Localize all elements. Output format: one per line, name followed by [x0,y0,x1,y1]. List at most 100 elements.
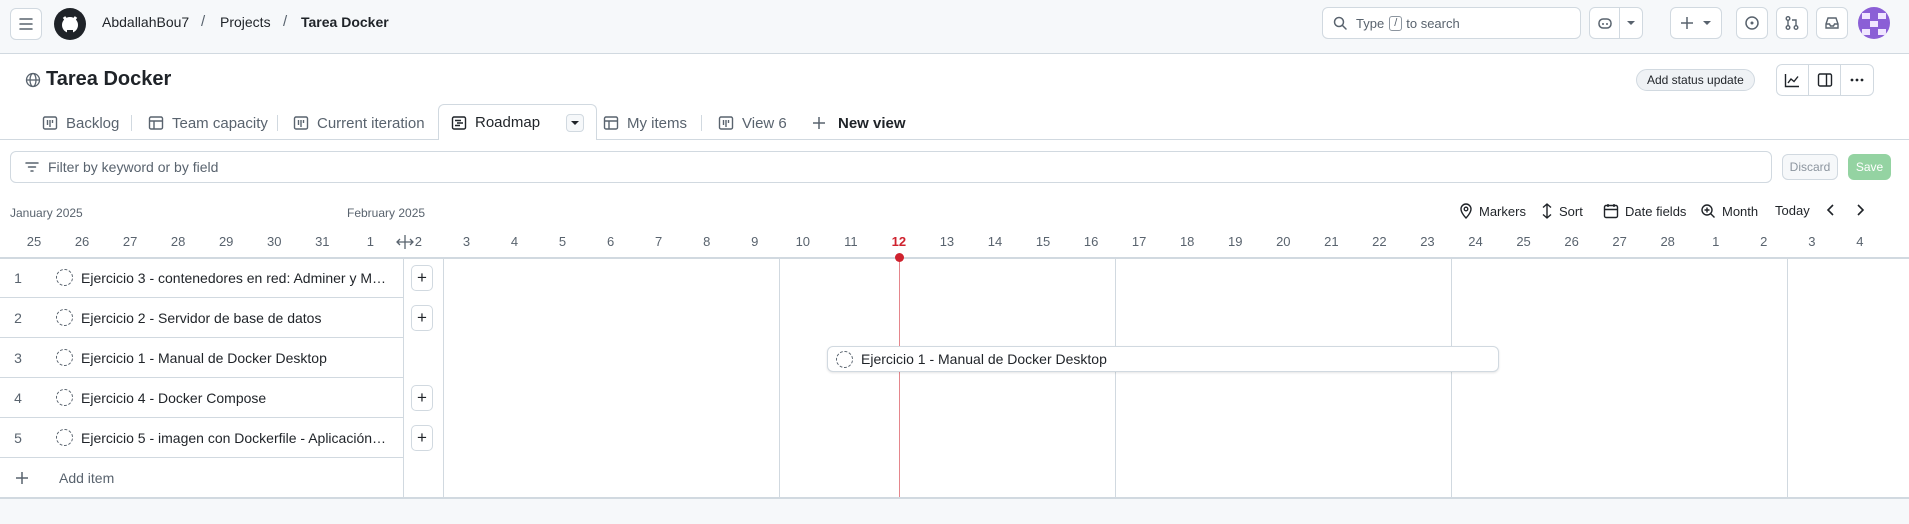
insights-button[interactable] [1777,65,1809,95]
day-label: 23 [1420,234,1435,249]
filter-icon [25,162,39,172]
tab-label: Roadmap [475,114,541,131]
tab-team-capacity[interactable]: Team capacity [148,106,268,140]
item-title[interactable]: Ejercicio 2 - Servidor de base de datos [81,310,391,326]
date-fields-button[interactable]: Date fields [1603,203,1686,219]
add-date-button[interactable]: + [411,265,433,291]
day-label: 1 [1712,234,1720,249]
list-item[interactable]: 1 Ejercicio 3 - contenedores en red: Adm… [0,258,404,298]
day-label: 22 [1372,234,1387,249]
add-date-button[interactable]: + [411,385,433,411]
scroll-previous-button[interactable] [1825,203,1837,217]
resize-icon [396,235,414,249]
day-label: 27 [122,234,138,249]
tab-label: Current iteration [317,114,425,132]
add-date-button[interactable]: + [411,305,433,331]
views-tabbar: Backlog Team capacity Current iteration … [0,104,1909,140]
day-label: 21 [1324,234,1339,249]
date-fields-label: Date fields [1625,203,1687,219]
day-label: 27 [1612,234,1627,249]
add-date-button[interactable]: + [411,425,433,451]
tab-label: New view [838,114,906,132]
day-label: 4 [510,234,519,249]
sort-arrows-icon [1542,203,1552,219]
search-icon [1333,16,1347,30]
draft-issue-icon [836,350,853,368]
location-pin-icon [1460,203,1472,219]
item-title[interactable]: Ejercicio 3 - contenedores en red: Admin… [81,270,391,286]
week-gridline [1451,258,1452,498]
github-logo-icon[interactable] [54,8,86,40]
item-title[interactable]: Ejercicio 1 - Manual de Docker Desktop [81,350,391,366]
day-label: 31 [315,234,330,249]
today-button[interactable]: Today [1775,203,1810,218]
tab-roadmap[interactable]: Roadmap [438,104,598,140]
tab-backlog[interactable]: Backlog [42,106,119,140]
day-label: 18 [1179,234,1195,249]
tab-view-6[interactable]: View 6 [718,106,787,140]
column-resize-handle[interactable] [396,234,414,250]
tab-current-iteration[interactable]: Current iteration [293,106,425,140]
markers-label: Markers [1479,203,1526,219]
add-item-row[interactable]: Add item [0,458,403,498]
chevron-down-icon [1703,21,1711,25]
pull-requests-button[interactable] [1776,7,1808,39]
month-label: January 2025 [10,206,83,220]
week-gridline [779,258,780,498]
tab-my-items[interactable]: My items [603,106,687,140]
create-new-button[interactable] [1670,7,1722,39]
list-item[interactable]: 3 Ejercicio 1 - Manual de Docker Desktop [0,338,404,378]
draft-issue-icon [56,349,73,366]
breadcrumb-owner[interactable]: AbdallahBou7 [102,14,189,30]
tab-divider [131,115,132,131]
search-input[interactable]: Type / to search [1322,7,1581,39]
filter-input[interactable]: Filter by keyword or by field [10,151,1772,183]
list-item[interactable]: 4 Ejercicio 4 - Docker Compose [0,378,404,418]
inbox-button[interactable] [1816,7,1848,39]
side-panel-button[interactable] [1809,65,1842,95]
draft-issue-icon [56,389,73,406]
list-item[interactable]: 2 Ejercicio 2 - Servidor de base de dato… [0,298,404,338]
view-options-button[interactable] [566,113,585,132]
breadcrumb-separator: / [201,13,206,30]
day-label: 5 [558,234,567,249]
copilot-button[interactable] [1589,7,1643,39]
kebab-horizontal-icon [1850,78,1864,82]
bar-label: Ejercicio 1 - Manual de Docker Desktop [861,351,1107,367]
menu-button[interactable] [10,8,42,40]
draft-issue-icon [56,429,73,446]
day-label: 19 [1228,234,1243,249]
roadmap-item-bar[interactable]: Ejercicio 1 - Manual de Docker Desktop [827,346,1499,372]
breadcrumb-projects[interactable]: Projects [220,14,271,30]
copilot-divider [1618,8,1620,38]
inbox-icon [1825,17,1839,29]
pull-request-icon [1785,16,1799,30]
zoom-label: Month [1722,203,1759,219]
save-button[interactable]: Save [1848,154,1891,180]
row-number: 3 [14,349,22,366]
day-label: 14 [987,234,1003,249]
day-label: 30 [267,234,282,249]
add-status-update-button[interactable]: Add status update [1636,69,1755,91]
new-view-button[interactable]: New view [812,106,906,140]
day-label: 8 [703,234,711,249]
sort-button[interactable]: Sort [1541,203,1583,219]
tab-label: Backlog [66,114,120,132]
scroll-next-button[interactable] [1854,203,1866,217]
more-options-button[interactable] [1841,65,1873,95]
week-gridline [1787,258,1788,498]
avatar[interactable] [1858,7,1890,39]
issue-icon [1745,16,1759,30]
zoom-button[interactable]: Month [1700,203,1758,219]
discard-button[interactable]: Discard [1782,154,1838,180]
day-label: 6 [606,234,615,249]
breadcrumb-current[interactable]: Tarea Docker [301,14,389,30]
item-title[interactable]: Ejercicio 5 - imagen con Dockerfile - Ap… [81,430,391,446]
chevron-down-icon [571,120,580,125]
draft-issue-icon [56,269,73,286]
table-icon [148,116,164,130]
item-title[interactable]: Ejercicio 4 - Docker Compose [81,390,391,406]
issues-button[interactable] [1736,7,1768,39]
list-item[interactable]: 5 Ejercicio 5 - imagen con Dockerfile - … [0,418,404,458]
markers-button[interactable]: Markers [1459,203,1526,219]
